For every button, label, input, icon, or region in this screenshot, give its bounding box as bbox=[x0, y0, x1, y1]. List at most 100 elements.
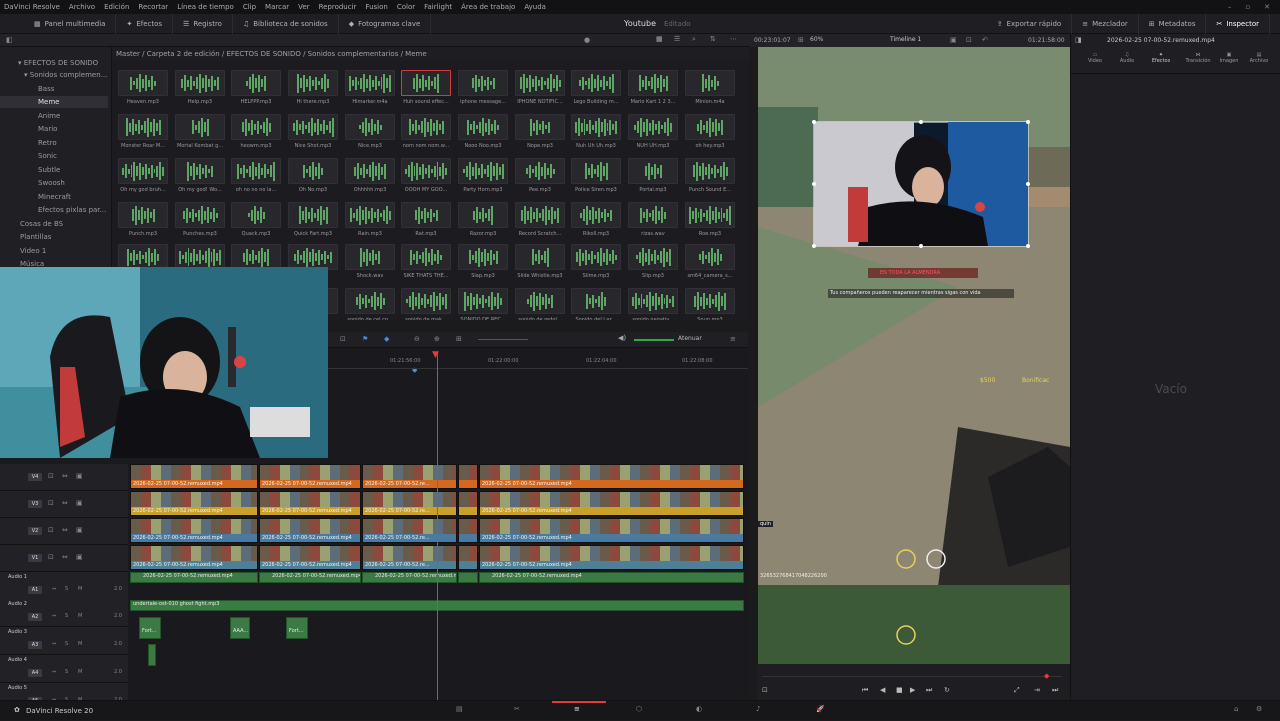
media-clip-thumbnail[interactable] bbox=[515, 114, 565, 140]
media-clip-thumbnail[interactable] bbox=[458, 114, 508, 140]
video-clip[interactable]: 2026-02-25 07-00-52.remuxed.mp4 bbox=[259, 464, 361, 489]
viewer-icon[interactable]: ⊞ bbox=[798, 36, 804, 44]
media-clip-thumbnail[interactable] bbox=[401, 244, 451, 270]
media-clip-thumbnail[interactable] bbox=[628, 114, 678, 140]
home-icon[interactable]: ⌂ bbox=[1234, 705, 1238, 713]
fullscreen-icon[interactable]: ⤢ bbox=[1014, 686, 1020, 695]
media-clip-thumbnail[interactable] bbox=[458, 288, 508, 314]
lock-icon[interactable]: ⊡ bbox=[48, 553, 54, 561]
video-track-header[interactable]: V3 ⊡ ⇔ ▣ bbox=[0, 491, 128, 518]
link-icon[interactable]: ⇔ bbox=[52, 613, 56, 619]
media-clip-thumbnail[interactable] bbox=[231, 202, 281, 228]
page-deliver-icon[interactable]: 🚀 bbox=[816, 705, 825, 713]
minimize-icon[interactable]: – bbox=[1228, 3, 1232, 11]
settings-icon[interactable]: ⚙ bbox=[1256, 705, 1262, 713]
solo-icon[interactable]: S bbox=[65, 669, 68, 675]
sidebar-item[interactable]: Anime bbox=[0, 110, 108, 122]
video-clip[interactable]: 2026-02-25 07-00-52.remuxed.mp4 bbox=[259, 518, 361, 543]
viewer[interactable]: EN TODA LA ALMENDRA Tus compañeros puede… bbox=[758, 47, 1070, 664]
video-clip[interactable]: 2026-02-25 07-00-52.remuxed.mp4 bbox=[479, 464, 744, 489]
visibility-icon[interactable]: ▣ bbox=[76, 499, 83, 507]
sidebar-item[interactable]: Sonic bbox=[0, 150, 108, 162]
video-clip[interactable] bbox=[458, 545, 478, 570]
media-clip-thumbnail[interactable] bbox=[685, 158, 735, 184]
link-icon[interactable]: ⇔ bbox=[62, 553, 68, 561]
sfx-clip[interactable] bbox=[148, 644, 156, 666]
media-clip-thumbnail[interactable] bbox=[345, 114, 395, 140]
bin-root[interactable]: ▾ EFECTOS DE SONIDO bbox=[0, 57, 108, 69]
zoom-slider[interactable]: ● bbox=[584, 36, 590, 44]
close-icon[interactable]: ✕ bbox=[1264, 3, 1270, 11]
lock-icon[interactable]: ⊡ bbox=[48, 526, 54, 534]
media-clip-thumbnail[interactable] bbox=[515, 70, 565, 96]
overlay-icon[interactable]: ▣ bbox=[950, 36, 957, 44]
tab-effects[interactable]: ✦ Efectos bbox=[1149, 52, 1173, 64]
menu-item[interactable]: Recortar bbox=[138, 3, 168, 11]
link-icon[interactable]: ⇔ bbox=[52, 641, 56, 647]
video-clip[interactable]: 2026-02-25 07-00-52.re... bbox=[362, 545, 457, 570]
link-icon[interactable]: ⇔ bbox=[62, 499, 68, 507]
tab-audio[interactable]: ♫ Audio bbox=[1117, 52, 1137, 64]
media-clip-thumbnail[interactable] bbox=[685, 202, 735, 228]
zoom-out-icon[interactable]: ⊖ bbox=[414, 335, 420, 343]
audio-track-header[interactable]: Audio 1 A1 ⇔ S M 2.0 bbox=[0, 572, 128, 600]
video-clip[interactable]: 2026-02-25 07-00-52.remuxed.mp4 bbox=[130, 464, 258, 489]
media-clip-thumbnail[interactable] bbox=[628, 244, 678, 270]
end-icon[interactable]: ⏭ bbox=[1052, 686, 1058, 695]
quick-export-button[interactable]: ⇪ Exportar rápido bbox=[987, 14, 1073, 34]
grid-view-icon[interactable]: ▦ bbox=[656, 35, 663, 43]
undo-icon[interactable]: ↶ bbox=[982, 36, 988, 44]
inspector-toggle-icon[interactable]: ◨ bbox=[1075, 36, 1082, 44]
visibility-icon[interactable]: ▣ bbox=[76, 553, 83, 561]
mute-icon[interactable]: M bbox=[78, 641, 82, 647]
video-clip[interactable] bbox=[458, 464, 478, 489]
metadata-button[interactable]: ⊞ Metadatos bbox=[1139, 14, 1207, 34]
link-icon[interactable]: ⇔ bbox=[62, 526, 68, 534]
media-clip-thumbnail[interactable] bbox=[515, 244, 565, 270]
media-clip-thumbnail[interactable] bbox=[345, 70, 395, 96]
crop-icon[interactable]: ⊡ bbox=[762, 686, 768, 694]
media-clip-thumbnail[interactable] bbox=[118, 114, 168, 140]
media-clip-thumbnail[interactable] bbox=[685, 288, 735, 314]
page-color-icon[interactable]: ◐ bbox=[696, 705, 702, 713]
media-clip-thumbnail[interactable] bbox=[118, 70, 168, 96]
menu-item[interactable]: DaVinci Resolve bbox=[4, 3, 60, 11]
audio-clip[interactable]: 2026-02-25 07-00-52.remuxed.mp4 bbox=[130, 572, 258, 583]
play-icon[interactable]: ▶ bbox=[910, 686, 915, 694]
page-fusion-icon[interactable]: ⬡ bbox=[636, 705, 642, 713]
zoom-full-icon[interactable]: ⊞ bbox=[456, 335, 462, 343]
audio-track-header[interactable]: Audio 4 A4 ⇔ S M 2.0 bbox=[0, 655, 128, 683]
menu-item[interactable]: Ayuda bbox=[524, 3, 546, 11]
volume-icon[interactable]: ◀) bbox=[618, 334, 626, 342]
media-clip-thumbnail[interactable] bbox=[288, 70, 338, 96]
video-clip[interactable]: 2026-02-25 07-00-52.remuxed.mp4 bbox=[479, 545, 744, 570]
media-clip-thumbnail[interactable] bbox=[231, 70, 281, 96]
media-clip-thumbnail[interactable] bbox=[288, 114, 338, 140]
audio-clip[interactable] bbox=[458, 572, 478, 583]
media-clip-thumbnail[interactable] bbox=[175, 114, 225, 140]
media-clip-thumbnail[interactable] bbox=[685, 114, 735, 140]
media-clip-thumbnail[interactable] bbox=[628, 70, 678, 96]
playhead[interactable] bbox=[437, 352, 438, 700]
sidebar-item-selected[interactable]: Meme bbox=[0, 96, 108, 108]
sidebar-toggle-icon[interactable]: ◧ bbox=[6, 36, 13, 44]
menu-item[interactable]: Reproducir bbox=[319, 3, 357, 11]
sfx-clip[interactable]: AAA... bbox=[230, 617, 250, 639]
prev-frame-icon[interactable]: ◀ bbox=[880, 686, 885, 694]
video-track-header[interactable]: V2 ⊡ ⇔ ▣ bbox=[0, 518, 128, 545]
media-clip-thumbnail[interactable] bbox=[458, 158, 508, 184]
timeline-ruler[interactable]: 01:21:56:00 01:22:00:00 01:22:04:00 01:2… bbox=[328, 348, 748, 462]
page-media-icon[interactable]: ▤ bbox=[456, 705, 463, 713]
marker-icon[interactable]: ◆ bbox=[384, 335, 389, 343]
media-clip-thumbnail[interactable] bbox=[401, 202, 451, 228]
menu-item[interactable]: Color bbox=[397, 3, 415, 11]
menu-item[interactable]: Línea de tiempo bbox=[177, 3, 234, 11]
transform-icon[interactable]: ⊡ bbox=[966, 36, 972, 44]
audio-clip[interactable]: 2026-02-25 07-00-52.remuxed.mp4 bbox=[259, 572, 361, 583]
link-icon[interactable]: ⇔ bbox=[52, 586, 56, 592]
sort-icon[interactable]: ⇅ bbox=[710, 35, 716, 43]
menu-item[interactable]: Fusion bbox=[365, 3, 387, 11]
list-view-icon[interactable]: ☰ bbox=[674, 35, 680, 43]
sidebar-item[interactable]: ▾ Sonidos complemen... bbox=[0, 69, 108, 81]
tab-file[interactable]: ▤ Archivo bbox=[1247, 52, 1271, 64]
